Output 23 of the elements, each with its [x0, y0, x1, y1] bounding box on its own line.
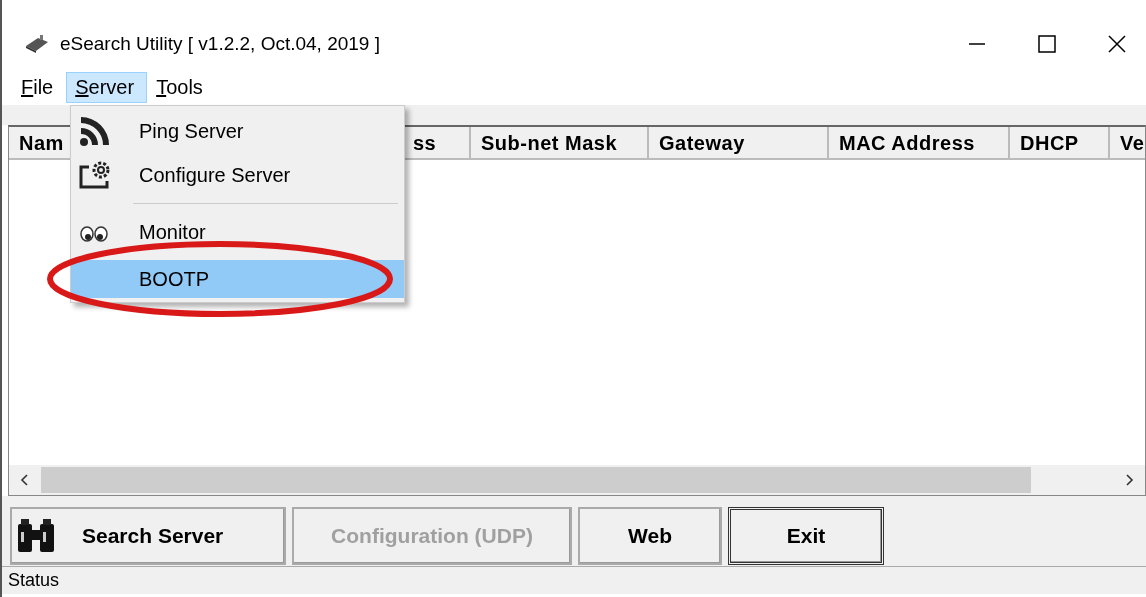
menu-item[interactable]: Server — [66, 72, 148, 103]
app-icon — [24, 34, 50, 54]
menu-item[interactable]: Monitor — [71, 210, 404, 254]
signal-icon — [79, 115, 111, 147]
maximize-icon[interactable] — [1038, 35, 1056, 53]
action-button[interactable]: Web — [578, 507, 722, 565]
scroll-right-icon[interactable] — [1125, 473, 1135, 487]
column-header[interactable]: MAC Address — [829, 127, 1010, 160]
window-title: eSearch Utility [ v1.2.2, Oct.04, 2019 ] — [60, 33, 380, 55]
status-bar: Status — [2, 566, 1146, 594]
close-icon[interactable] — [1108, 35, 1126, 53]
menu-item[interactable]: BOOTP — [71, 260, 404, 298]
column-header[interactable]: Sub-net Mask — [471, 127, 649, 160]
scrollbar-thumb[interactable] — [41, 467, 1031, 493]
column-header[interactable]: DHCP — [1010, 127, 1110, 160]
menu-item[interactable]: Configure Server — [71, 153, 404, 197]
menu-item[interactable]: File — [12, 72, 67, 103]
menu-item[interactable]: Tools — [147, 72, 216, 103]
column-header[interactable]: Gateway — [649, 127, 829, 160]
menu-item[interactable]: Ping Server — [71, 109, 404, 153]
action-button[interactable]: Search Server — [10, 507, 286, 565]
scroll-left-icon[interactable] — [19, 473, 29, 487]
action-button[interactable]: Exit — [728, 507, 884, 565]
